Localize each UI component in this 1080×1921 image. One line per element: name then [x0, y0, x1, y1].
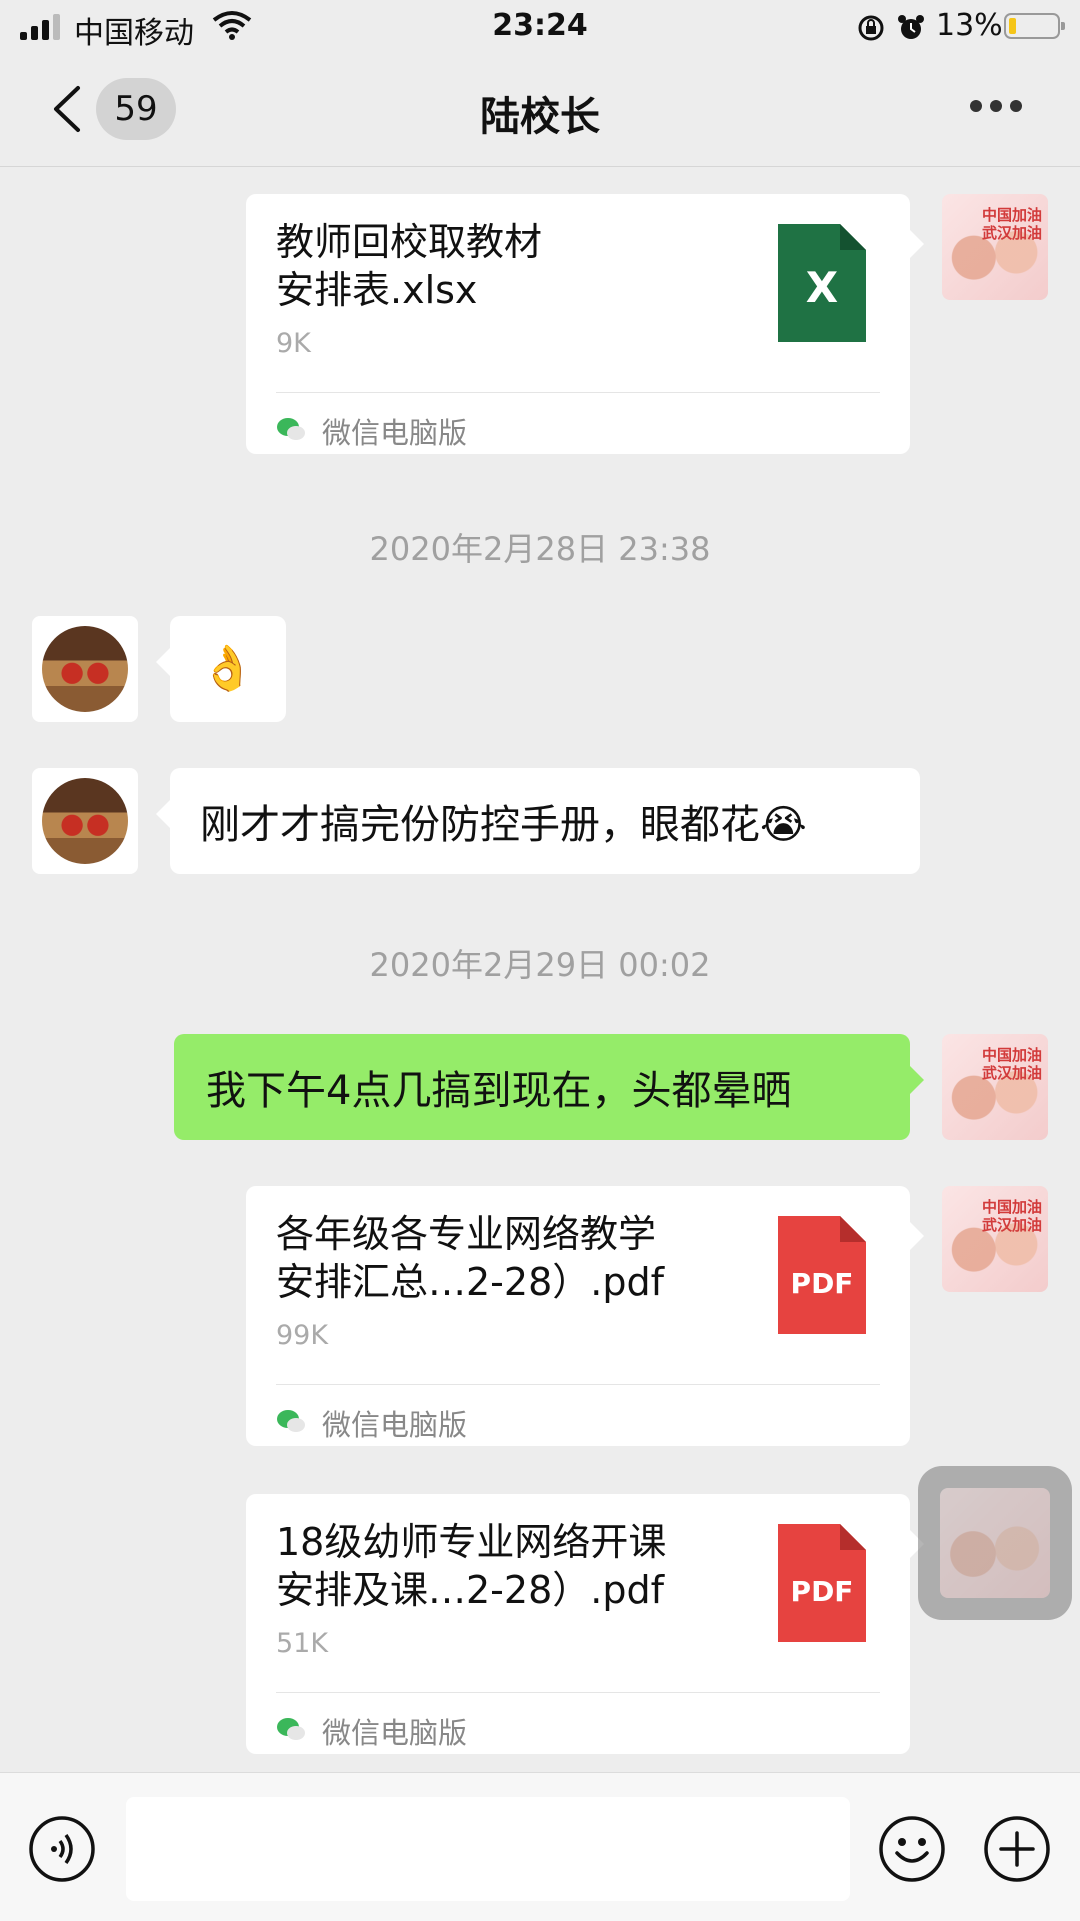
file-message[interactable]: 各年级各专业网络教学 安排汇总…2-28）.pdf 99K PDF 微信电脑版	[246, 1186, 924, 1446]
battery-icon	[1004, 13, 1065, 39]
file-size: 51K	[276, 1628, 329, 1659]
chat-title: 陆校长	[480, 94, 600, 140]
emoji: 👌	[200, 643, 255, 694]
rotation-lock-icon	[858, 15, 884, 41]
voice-icon[interactable]	[28, 1815, 96, 1883]
avatar[interactable]: 中国加油 武汉加油	[942, 1034, 1048, 1140]
file-message[interactable]: 18级幼师专业网络开课 安排及课…2-28）.pdf 51K PDF 微信电脑版	[246, 1494, 924, 1754]
more-dots-icon[interactable]	[970, 100, 1022, 114]
timestamp: 2020年2月28日 23:38	[369, 530, 711, 568]
divider	[276, 392, 880, 393]
message-bubble[interactable]: 我下午4点几搞到现在，头都晕晒	[174, 1034, 924, 1140]
avatar[interactable]: 中国加油 武汉加油	[942, 194, 1048, 300]
input-bar	[0, 1772, 1080, 1921]
assistive-touch-button[interactable]	[918, 1466, 1072, 1620]
message-text: 刚才才搞完份防控手册，眼都花😭	[200, 802, 807, 848]
file-name: 教师回校取教材 安排表.xlsx	[276, 220, 543, 312]
wechat-icon	[277, 1410, 305, 1432]
file-size: 99K	[276, 1320, 329, 1351]
file-message[interactable]: 教师回校取教材 安排表.xlsx 9K X 微信电脑版	[246, 194, 924, 454]
file-source: 微信电脑版	[322, 1408, 468, 1442]
file-name: 18级幼师专业网络开课 安排及课…2-28）.pdf	[276, 1520, 667, 1612]
file-source: 微信电脑版	[322, 416, 468, 450]
battery-percent: 13%	[936, 8, 1003, 43]
pdf-file-icon	[778, 1216, 866, 1334]
message-bubble[interactable]: 刚才才搞完份防控手册，眼都花😭	[156, 768, 920, 874]
divider	[276, 1384, 880, 1385]
avatar[interactable]	[32, 616, 138, 722]
divider	[276, 1692, 880, 1693]
message-input[interactable]	[126, 1797, 850, 1901]
status-bar: 中国移动 23:24 13%	[0, 0, 1080, 56]
timestamp: 2020年2月29日 00:02	[369, 946, 711, 984]
message-text: 我下午4点几搞到现在，头都晕晒	[206, 1068, 792, 1114]
message-bubble[interactable]: 👌	[156, 616, 286, 722]
file-size: 9K	[276, 328, 311, 359]
avatar[interactable]	[32, 768, 138, 874]
alarm-icon	[898, 15, 924, 39]
pdf-file-icon	[778, 1524, 866, 1642]
avatar[interactable]: 中国加油 武汉加油	[942, 1186, 1048, 1292]
file-name: 各年级各专业网络教学 安排汇总…2-28）.pdf	[276, 1212, 664, 1304]
file-source: 微信电脑版	[322, 1716, 468, 1750]
plus-icon[interactable]	[983, 1815, 1051, 1883]
wechat-icon	[277, 1718, 305, 1740]
emoji-icon[interactable]	[878, 1815, 946, 1883]
wechat-icon	[277, 418, 305, 440]
chat-header: 59 陆校长	[0, 56, 1080, 167]
excel-file-icon	[778, 224, 866, 342]
